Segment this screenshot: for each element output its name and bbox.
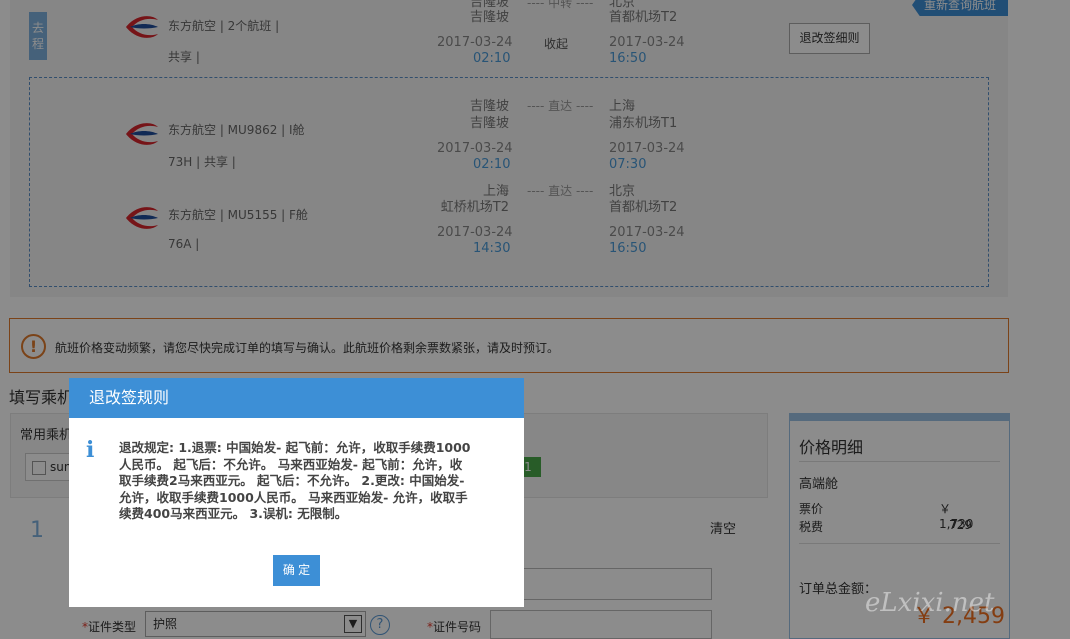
modal-title: 退改签规则 [69, 378, 524, 418]
info-icon: i [86, 437, 95, 463]
watermark: eLxixi.net [865, 588, 995, 618]
refund-rules-modal: 退改签规则 i 退改规定: 1.退票: 中国始发- 起飞前：允许，收取手续费10… [69, 378, 524, 607]
confirm-button[interactable]: 确 定 [273, 555, 320, 586]
booking-page: 重新查询航班 去程 东方航空 | 2个航班 | 共享 | 吉隆坡 吉隆坡 ---… [0, 0, 1070, 639]
modal-body: 退改规定: 1.退票: 中国始发- 起飞前：允许，收取手续费1000人民币。 起… [119, 440, 471, 521]
